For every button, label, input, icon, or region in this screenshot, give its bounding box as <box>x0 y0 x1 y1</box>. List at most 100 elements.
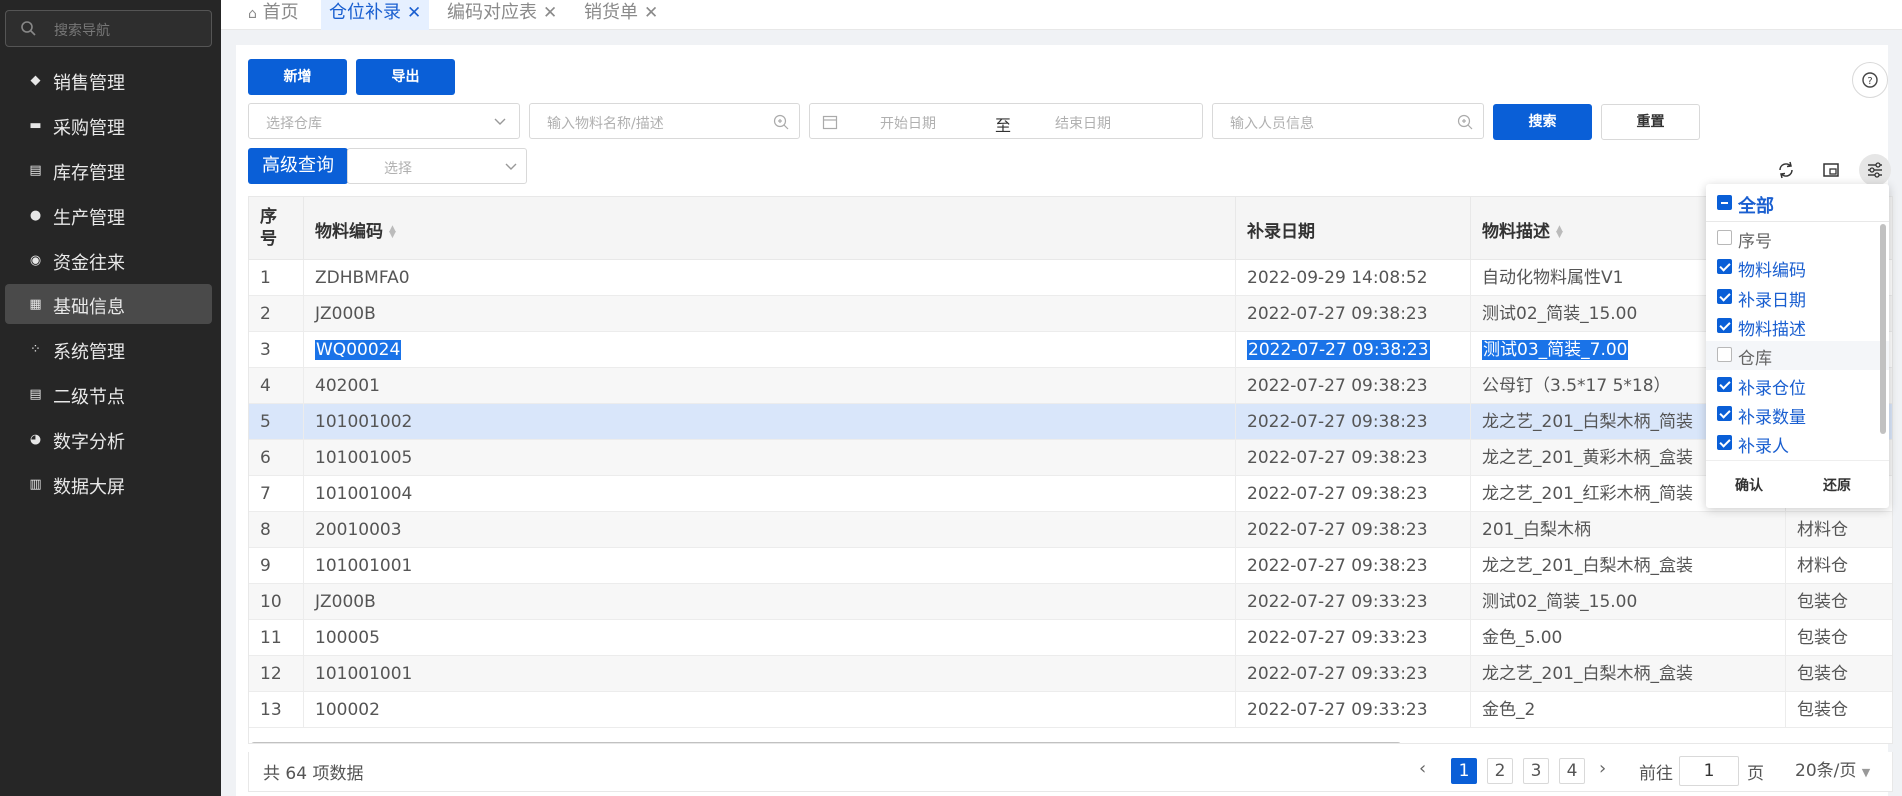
column-picker-scrollbar[interactable] <box>1880 224 1886 434</box>
column-checkbox[interactable] <box>1717 435 1732 451</box>
sidebar-item-sales[interactable]: ◆ 销售管理 <box>5 60 212 100</box>
sidebar-item-inventory[interactable]: ▤ 库存管理 <box>5 150 212 190</box>
column-option-label: 补录人 <box>1738 437 1789 458</box>
table-row[interactable]: 1 ZDHBMFA0 2022-09-29 14:08:52 自动化物料属性V1 <box>249 260 1892 296</box>
sidebar-item-system[interactable]: ⁘ 系统管理 <box>5 329 212 369</box>
grid-icon: ▦ <box>29 297 42 312</box>
sidebar-item-label: 二级节点 <box>53 387 125 408</box>
table-cell-code: 100002 <box>304 692 1236 728</box>
table-cell-index: 11 <box>249 620 304 656</box>
column-option[interactable]: 序号 <box>1706 224 1889 253</box>
reset-button[interactable]: 重置 <box>1601 104 1700 140</box>
table-row[interactable]: 2 JZ000B 2022-07-27 09:38:23 测试02_简装_15.00 <box>249 296 1892 332</box>
column-picker-all[interactable]: 全部 <box>1706 184 1889 222</box>
page-size-select[interactable]: 20条/页 ▼ <box>1789 756 1885 786</box>
column-checkbox[interactable] <box>1717 288 1732 304</box>
column-option[interactable]: 物料描述 <box>1706 312 1889 341</box>
table-cell-wh: 材料仓 <box>1786 512 1892 548</box>
zoom-icon <box>1457 114 1473 130</box>
prev-page-icon[interactable]: ‹ <box>1419 758 1426 779</box>
column-option[interactable]: 补录人 <box>1706 429 1889 458</box>
sidebar-item-purchase[interactable]: ▬ 采购管理 <box>5 105 212 145</box>
table-row[interactable]: 12 101001001 2022-07-27 09:33:23 龙之艺_201_白梨… <box>249 656 1892 692</box>
search-button[interactable]: 搜索 <box>1493 104 1592 140</box>
table-row[interactable]: 13 100002 2022-07-27 09:33:23 金色_2 包装仓 <box>249 692 1892 728</box>
material-search-input[interactable]: 输入物料名称/描述 <box>529 103 800 139</box>
close-icon[interactable]: ✕ <box>543 0 557 26</box>
person-placeholder: 输入人员信息 <box>1230 116 1314 132</box>
all-label: 全部 <box>1738 196 1774 217</box>
tab-code-mapping[interactable]: 编码对应表 ✕ <box>447 0 557 30</box>
tab-sales-order[interactable]: 销货单 ✕ <box>584 0 658 30</box>
column-checkbox[interactable] <box>1717 259 1732 275</box>
table-row[interactable]: 4 402001 2022-07-27 09:38:23 公母钉（3.5*17 5*1… <box>249 368 1892 404</box>
tab-label: 销货单 <box>584 2 638 23</box>
column-checkbox[interactable] <box>1717 405 1732 421</box>
column-option[interactable]: 物料编码 <box>1706 253 1889 282</box>
refresh-button[interactable] <box>1771 155 1801 185</box>
table-row[interactable]: 3 WQ00024 2022-07-27 09:38:23 测试03_简装_7.00 <box>249 332 1892 368</box>
sort-icon[interactable]: ▲ ▼ <box>1556 225 1566 240</box>
column-checkbox[interactable] <box>1717 317 1732 333</box>
sidebar-item-analysis[interactable]: ◕ 数字分析 <box>5 419 212 459</box>
help-button[interactable]: ? <box>1852 62 1888 98</box>
table-row[interactable]: 5 101001002 2022-07-27 09:38:23 龙之艺_201_白梨木… <box>249 404 1892 440</box>
column-option[interactable]: 补录日期 <box>1706 283 1889 312</box>
table-cell-date: 2022-07-27 09:38:23 <box>1236 476 1471 512</box>
sidebar-item-basic-info[interactable]: ▦ 基础信息 <box>5 284 212 324</box>
close-icon[interactable]: ✕ <box>407 0 421 26</box>
sidebar-item-finance[interactable]: ◉ 资金往来 <box>5 240 212 280</box>
goto-page-input[interactable]: 1 <box>1679 756 1739 786</box>
table-row[interactable]: 10 JZ000B 2022-07-27 09:33:23 测试02_简装_15.00… <box>249 584 1892 620</box>
table-row[interactable]: 9 101001001 2022-07-27 09:38:23 龙之艺_201_白梨木… <box>249 548 1892 584</box>
table-cell-index: 6 <box>249 440 304 476</box>
column-checkbox[interactable] <box>1717 230 1732 245</box>
person-search-input[interactable]: 输入人员信息 <box>1212 103 1484 139</box>
horizontal-scrollbar[interactable] <box>249 742 1892 743</box>
column-option-label: 补录仓位 <box>1738 378 1806 399</box>
column-option-label: 补录日期 <box>1738 290 1806 311</box>
page-3-button[interactable]: 3 <box>1523 758 1549 784</box>
column-option[interactable]: 仓库 <box>1706 341 1889 371</box>
tab-home[interactable]: ⌂ 首页 <box>248 0 299 30</box>
page-2-button[interactable]: 2 <box>1487 758 1513 784</box>
table-row[interactable]: 8 20010003 2022-07-27 09:38:23 201_白梨木柄 材料仓 <box>249 512 1892 548</box>
export-button[interactable]: 导出 <box>356 59 455 95</box>
next-page-icon[interactable]: › <box>1599 758 1606 779</box>
column-header-material-code[interactable]: 物料编码 ▲ ▼ <box>304 197 1236 260</box>
sidebar-item-secondary-node[interactable]: ▤ 二级节点 <box>5 374 212 414</box>
confirm-button[interactable]: 确认 <box>1735 475 1763 495</box>
column-checkbox[interactable] <box>1717 347 1732 363</box>
warehouse-select[interactable]: 选择仓库 <box>248 103 520 139</box>
column-checkbox[interactable] <box>1717 376 1732 392</box>
restore-button[interactable]: 还原 <box>1823 475 1851 495</box>
nav-search-placeholder: 搜索导航 <box>54 23 110 39</box>
advanced-query-button[interactable]: 高级查询 <box>248 148 348 184</box>
all-checkbox[interactable] <box>1717 195 1732 210</box>
tab-bin-record[interactable]: 仓位补录 ✕ <box>321 0 430 30</box>
selected-text: 测试03_简装_7.00 <box>1482 340 1629 360</box>
column-settings-button[interactable] <box>1859 154 1891 186</box>
add-button[interactable]: 新增 <box>248 59 347 95</box>
column-option[interactable]: 补录数量 <box>1706 400 1889 429</box>
density-button[interactable] <box>1816 155 1846 185</box>
table-row[interactable]: 7 101001004 2022-07-27 09:38:23 龙之艺_201_红彩木… <box>249 476 1892 512</box>
page-4-button[interactable]: 4 <box>1559 758 1585 784</box>
sidebar-item-dashboard[interactable]: ▥ 数据大屏 <box>5 464 212 504</box>
table-row[interactable]: 11 100005 2022-07-27 09:33:23 金色_5.00 包装仓 <box>249 620 1892 656</box>
sidebar-item-production[interactable]: ● 生产管理 <box>5 195 212 235</box>
table-row[interactable]: 6 101001005 2022-07-27 09:38:23 龙之艺_201_黄彩木… <box>249 440 1892 476</box>
table-cell-desc: 金色_2 <box>1471 692 1786 728</box>
column-option[interactable]: 补录仓位 <box>1706 371 1889 400</box>
date-separator: 至 <box>995 116 1012 135</box>
date-range-picker[interactable]: 开始日期 至 结束日期 <box>809 103 1203 139</box>
nav-search-input[interactable]: 搜索导航 <box>5 10 212 47</box>
chevron-down-icon <box>494 118 506 125</box>
close-icon[interactable]: ✕ <box>644 0 658 26</box>
question-icon: ? <box>1862 72 1878 88</box>
scrollbar-thumb[interactable] <box>251 742 1401 743</box>
sort-icon[interactable]: ▲ ▼ <box>389 225 399 240</box>
sliders-icon <box>1868 162 1882 178</box>
advanced-query-select[interactable]: 选择 <box>347 148 527 184</box>
page-1-button[interactable]: 1 <box>1451 758 1477 784</box>
